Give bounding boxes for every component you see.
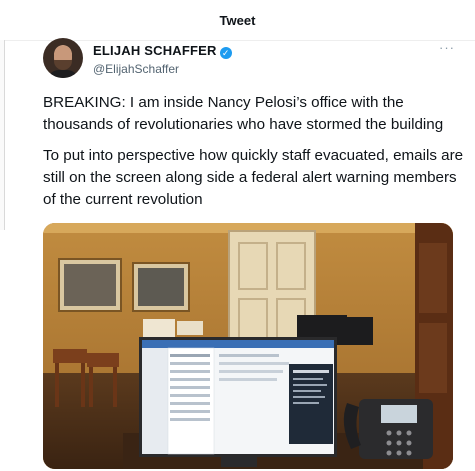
top-bar: Tweet [0, 0, 475, 41]
chair [87, 353, 119, 367]
monitor-stand [221, 457, 257, 467]
avatar-shirt [47, 70, 79, 78]
papers [177, 321, 203, 335]
avatar-beard [54, 60, 72, 70]
author-display-name[interactable]: ELIJAH SCHAFFER [93, 43, 217, 58]
verified-badge-icon: ✓ [219, 47, 232, 59]
left-panel-edge [0, 40, 5, 230]
tweet-author: ELIJAH SCHAFFER ✓ @ElijahSchaffer ··· [43, 38, 463, 80]
tweet-paragraph: BREAKING: I am inside Nancy Pelosi’s off… [43, 94, 444, 133]
chair [53, 349, 87, 363]
black-monitor [343, 317, 373, 345]
tweet-body: BREAKING: I am inside Nancy Pelosi’s off… [43, 92, 468, 220]
tweet-paragraph: To put into perspective how quickly staf… [43, 147, 464, 208]
papers [143, 319, 175, 337]
author-handle[interactable]: @ElijahSchaffer [93, 62, 232, 76]
more-options-icon[interactable]: ··· [439, 40, 455, 55]
tweet-screen: Tweet ELIJAH SCHAFFER ✓ @ElijahSchaffer ·… [0, 0, 475, 471]
tweet-photo[interactable] [43, 223, 453, 469]
page-title: Tweet [219, 12, 256, 28]
author-names: ELIJAH SCHAFFER ✓ @ElijahSchaffer [93, 42, 232, 76]
avatar[interactable] [43, 38, 83, 78]
